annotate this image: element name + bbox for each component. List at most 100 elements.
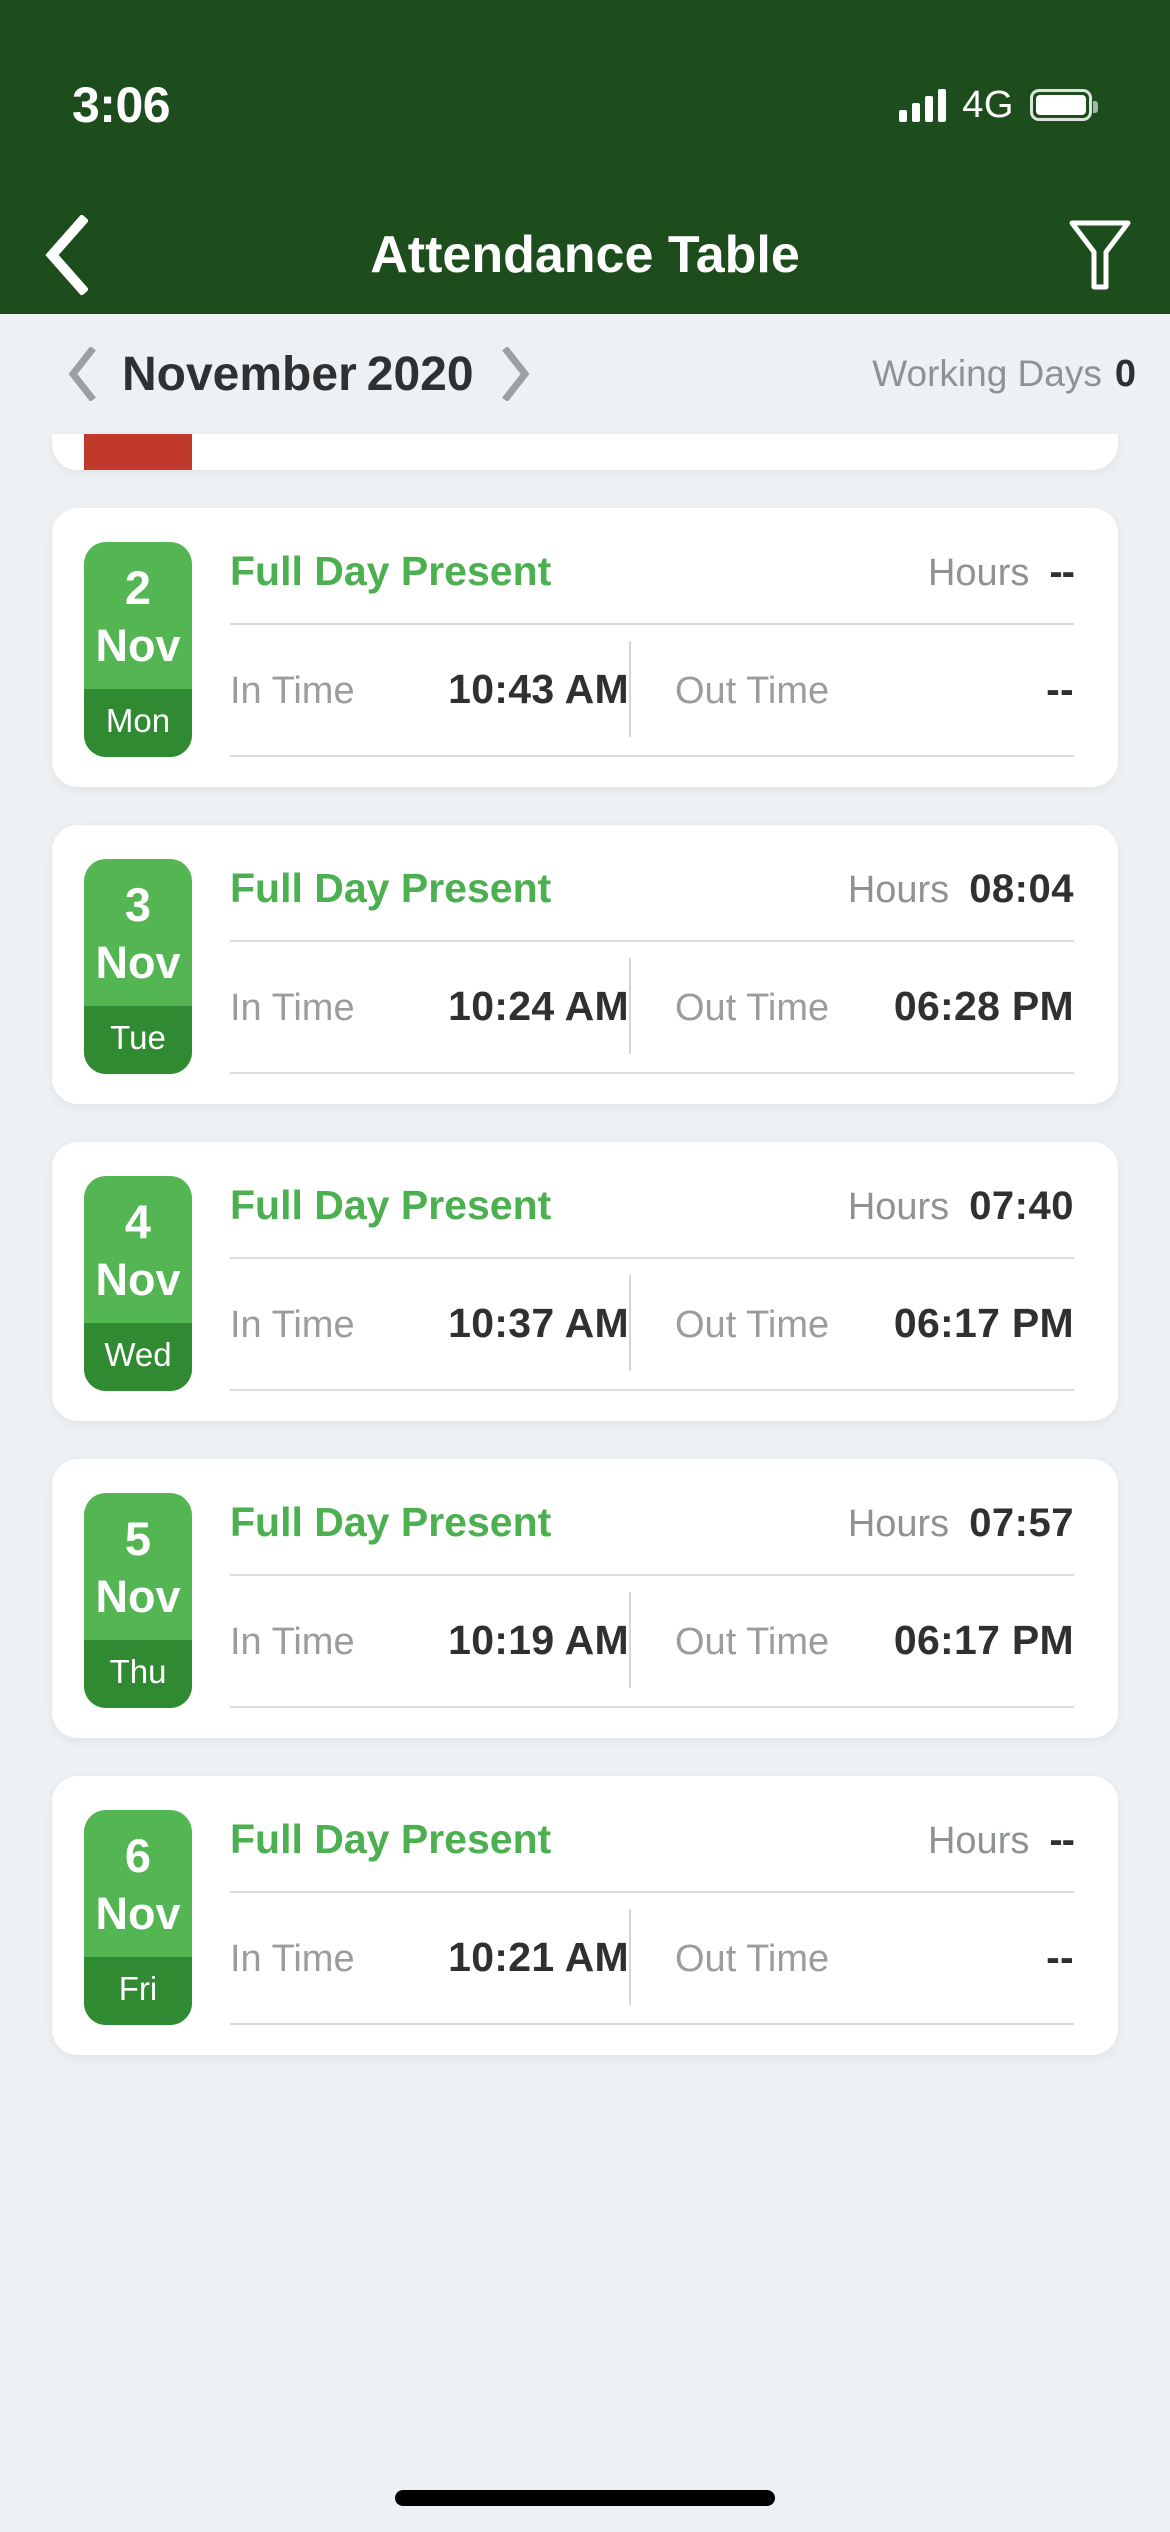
divider (230, 1706, 1074, 1708)
next-month-button[interactable] (488, 334, 544, 414)
date-badge-weekday: Tue (84, 1006, 192, 1074)
times-row: In Time 10:37 AM Out Time 06:17 PM (230, 1259, 1074, 1371)
date-badge-day: 4 (124, 1195, 152, 1248)
hours-label: Hours (847, 1186, 950, 1228)
signal-bars-icon (899, 88, 947, 122)
date-badge-day: 2 (124, 561, 152, 614)
status-bar: 3:06 4G (0, 0, 1170, 196)
out-time-cell: Out Time 06:28 PM (631, 983, 1074, 1030)
date-badge: 4 Nov Wed (84, 1176, 192, 1391)
attendance-card[interactable]: 4 Nov Wed Full Day Present Hours 07:40 In Time… (52, 1142, 1118, 1421)
out-time-cell: Out Time -- (631, 666, 1074, 713)
hours-group: Hours 07:57 (848, 1501, 1074, 1546)
divider (230, 1072, 1074, 1074)
attendance-list[interactable]: 2 Nov Mon Full Day Present Hours -- In Time 10:… (0, 434, 1170, 2532)
page-title: Attendance Table (370, 226, 800, 284)
out-time-cell: Out Time -- (631, 1934, 1074, 1981)
in-time-cell: In Time 10:43 AM (230, 666, 629, 713)
in-time-value: 10:43 AM (448, 665, 629, 712)
attendance-card-body: Full Day Present Hours -- In Time 10:43 AM Ou… (192, 542, 1118, 757)
status-row: Full Day Present Hours 07:57 (230, 1493, 1074, 1546)
home-indicator (395, 2490, 775, 2506)
status-bar-indicators: 4G (899, 70, 1098, 127)
in-time-value: 10:37 AM (448, 1299, 629, 1346)
in-time-label: In Time (230, 669, 355, 712)
attendance-card-body: Full Day Present Hours 07:57 In Time 10:19 A… (192, 1493, 1118, 1708)
attendance-card-body: Full Day Present Hours -- In Time 10:21 AM Ou… (192, 1810, 1118, 2025)
status-row: Full Day Present Hours -- (230, 1810, 1075, 1863)
in-time-label: In Time (230, 1937, 355, 1980)
date-badge: 2 Nov Mon (84, 542, 192, 757)
date-badge-day: 3 (124, 878, 152, 931)
month-navigation-bar: November 2020 Working Days 0 (0, 314, 1170, 434)
out-time-value: -- (1046, 665, 1074, 712)
date-badge-month: Nov (95, 937, 181, 988)
back-button[interactable] (0, 196, 130, 314)
in-time-cell: In Time 10:24 AM (230, 983, 629, 1030)
hours-value: -- (1049, 550, 1075, 594)
working-days-label: Working Days (872, 352, 1102, 394)
hours-group: Hours -- (928, 1818, 1075, 1863)
attendance-card[interactable] (52, 434, 1118, 470)
out-time-label: Out Time (675, 1937, 830, 1980)
back-chevron-icon (45, 215, 88, 295)
date-badge-month: Nov (95, 1254, 181, 1305)
attendance-card[interactable]: 2 Nov Mon Full Day Present Hours -- In Time 10:… (52, 508, 1118, 787)
attendance-card[interactable]: 5 Nov Thu Full Day Present Hours 07:57 In Time… (52, 1459, 1118, 1738)
date-badge-weekday: Mon (84, 689, 192, 757)
battery-icon (1030, 89, 1098, 121)
date-badge: 3 Nov Tue (84, 859, 192, 1074)
in-time-label: In Time (230, 1303, 355, 1346)
date-badge-weekday: Thu (84, 1640, 192, 1708)
out-time-cell: Out Time 06:17 PM (631, 1617, 1074, 1664)
divider (230, 1389, 1074, 1391)
hours-label: Hours (847, 1503, 950, 1545)
filter-button[interactable] (1030, 196, 1170, 314)
date-badge (84, 434, 192, 470)
hours-group: Hours -- (928, 550, 1075, 595)
status-row: Full Day Present Hours -- (230, 542, 1075, 595)
out-time-cell: Out Time 06:17 PM (631, 1300, 1074, 1347)
in-time-value: 10:21 AM (448, 1933, 629, 1980)
hours-label: Hours (847, 869, 950, 911)
chevron-right-icon (501, 347, 529, 401)
hours-value: 07:57 (969, 1501, 1074, 1545)
in-time-cell: In Time 10:37 AM (230, 1300, 629, 1347)
in-time-value: 10:19 AM (448, 1616, 629, 1663)
working-days-value: 0 (1114, 352, 1136, 395)
status-row: Full Day Present Hours 07:40 (230, 1176, 1074, 1229)
filter-funnel-icon (1069, 220, 1131, 290)
previous-month-button[interactable] (54, 334, 110, 414)
working-days-summary: Working Days 0 (872, 353, 1136, 396)
attendance-status-label: Full Day Present (230, 548, 552, 594)
date-badge: 6 Nov Fri (84, 1810, 192, 2025)
year-label: 2020 (366, 347, 474, 401)
attendance-card[interactable]: 6 Nov Fri Full Day Present Hours -- In Time 10:… (52, 1776, 1118, 2055)
divider (230, 2023, 1074, 2025)
date-badge-weekday: Wed (84, 1323, 192, 1391)
attendance-status-label: Full Day Present (230, 1499, 552, 1545)
date-badge-day: 6 (124, 1829, 152, 1882)
phone-screen: 3:06 4G Attendance Table November 2020 W… (0, 0, 1170, 2532)
attendance-card-body: Full Day Present Hours 07:40 In Time 10:37 A… (192, 1176, 1118, 1391)
out-time-label: Out Time (675, 1620, 830, 1663)
in-time-label: In Time (230, 1620, 355, 1663)
date-badge-month: Nov (95, 1888, 181, 1939)
times-row: In Time 10:21 AM Out Time -- (230, 1893, 1074, 2005)
hours-value: 08:04 (969, 867, 1074, 911)
month-label: November (122, 347, 357, 401)
attendance-status-label: Full Day Present (230, 865, 552, 911)
network-type-label: 4G (962, 83, 1014, 126)
times-row: In Time 10:43 AM Out Time -- (230, 625, 1074, 737)
attendance-card[interactable]: 3 Nov Tue Full Day Present Hours 08:04 In Time… (52, 825, 1118, 1104)
out-time-label: Out Time (675, 986, 830, 1029)
hours-group: Hours 08:04 (848, 867, 1074, 912)
date-badge-weekday: Fri (84, 1957, 192, 2025)
status-bar-time: 3:06 (72, 77, 171, 133)
divider (230, 755, 1074, 757)
out-time-value: 06:28 PM (893, 982, 1074, 1029)
date-badge-day: 5 (124, 1512, 152, 1565)
hours-group: Hours 07:40 (848, 1184, 1074, 1229)
app-bar: Attendance Table (0, 196, 1170, 314)
date-badge-month: Nov (95, 1571, 181, 1622)
